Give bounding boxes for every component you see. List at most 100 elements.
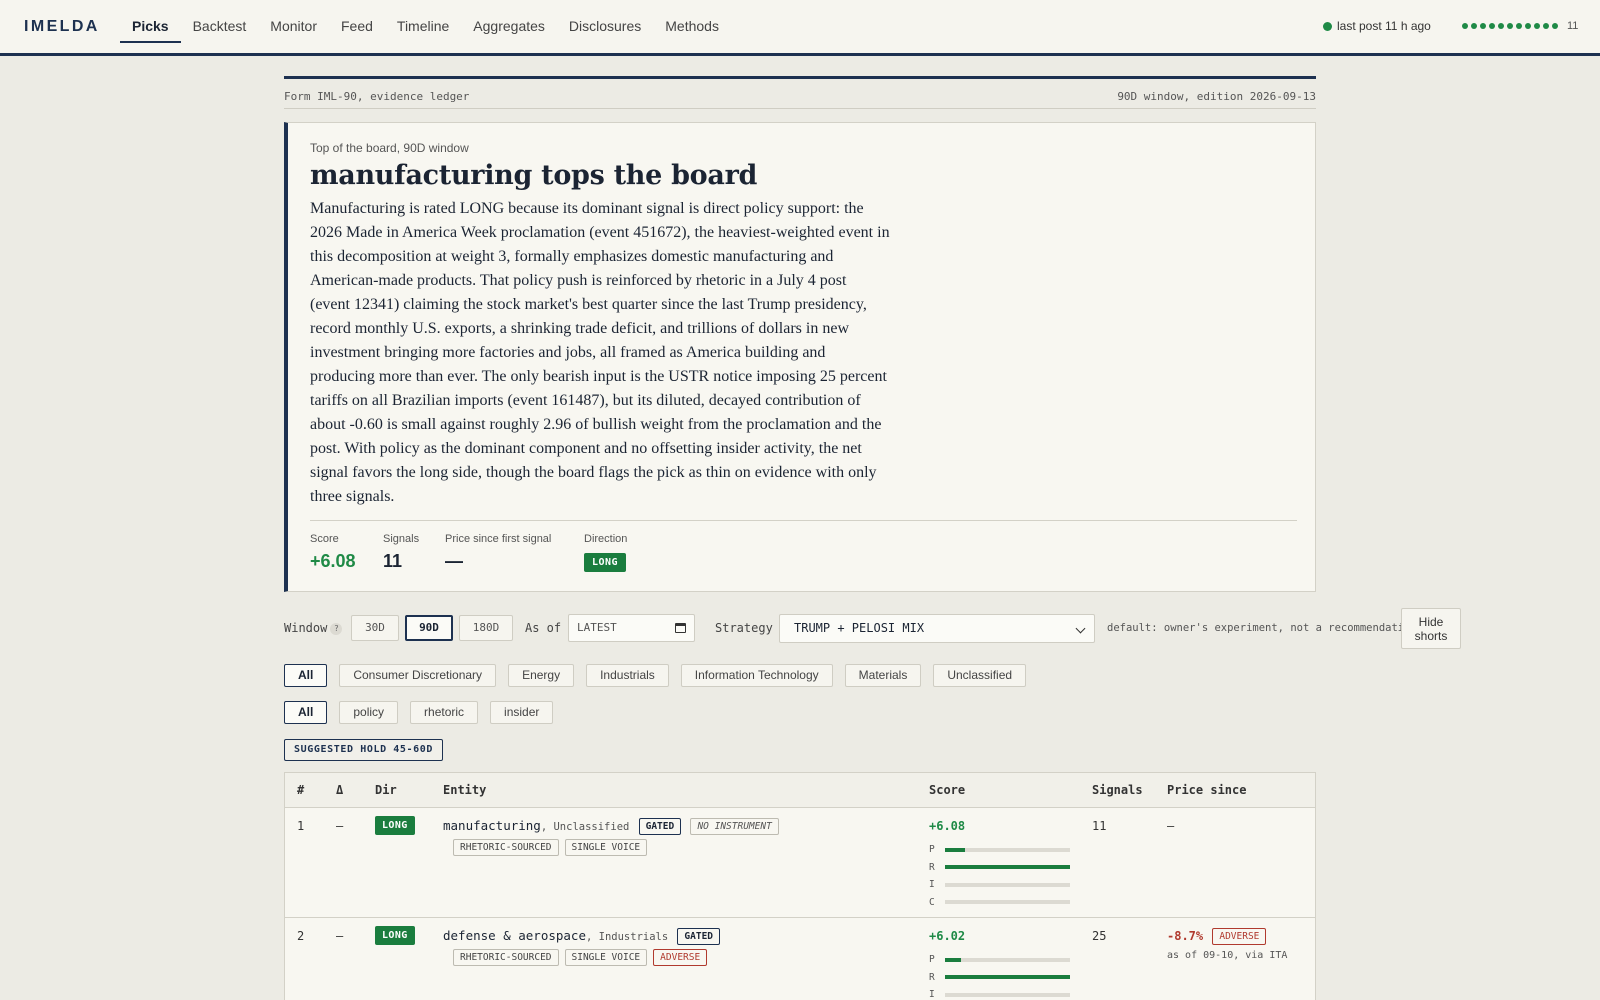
table-row[interactable]: 1 — LONG manufacturing, Unclassified GAT… [285,808,1315,918]
entity-sector: , Industrials [586,931,669,943]
tab-timeline[interactable]: Timeline [385,0,461,53]
row-entity: manufacturing, Unclassified GATED NO INS… [443,818,779,835]
sector-chip-consumer-discretionary[interactable]: Consumer Discretionary [339,664,497,687]
tag-single-voice: SINGLE VOICE [564,949,648,966]
tag-single-voice: SINGLE VOICE [564,839,648,856]
signal-chip-insider[interactable]: insider [490,701,554,724]
table-header: # Δ Dir Entity Score Signals Price since [285,773,1315,808]
pip-icon [1507,23,1513,29]
direction-badge: LONG [584,553,627,572]
tab-picks[interactable]: Picks [120,0,181,53]
col-score[interactable]: Score [929,783,965,797]
stat-price-label: Price since first signal [445,533,552,545]
hero-rationale: Manufacturing is rated LONG because its … [310,200,890,505]
row-tags: RHETORIC-SOURCED SINGLE VOICE [451,839,648,856]
entity-name[interactable]: defense & aerospace [443,928,586,943]
tab-backtest[interactable]: Backtest [181,0,259,53]
stat-score-label: Score [310,533,339,545]
col-dir[interactable]: Dir [375,783,397,797]
hero-divider [310,520,1297,521]
row-dir-cell: LONG [375,926,415,945]
component-bar-r: R [929,969,1070,987]
signal-chip-policy[interactable]: policy [339,701,399,724]
sector-chip-materials[interactable]: Materials [844,664,922,687]
window-90d-button[interactable]: 90D [405,615,453,641]
picks-table: # Δ Dir Entity Score Signals Price since… [284,772,1316,1000]
col-signals[interactable]: Signals [1092,783,1143,797]
sector-chip-energy[interactable]: Energy [508,664,575,687]
col-price[interactable]: Price since [1167,783,1246,797]
brand-logo[interactable]: IMELDA [24,18,100,36]
row-price: — [1167,819,1175,833]
row-delta: — [336,929,344,943]
tab-disclosures[interactable]: Disclosures [557,0,653,53]
sector-chip-unclassified[interactable]: Unclassified [933,664,1027,687]
sector-chip-all[interactable]: All [284,664,328,687]
row-price: -8.7% ADVERSE [1167,928,1267,945]
component-track [945,992,1070,997]
price-asof: as of 09-10, via ITA [1167,950,1288,961]
strategy-value: TRUMP + PELOSI MIX [794,621,925,635]
component-fill [945,865,1070,870]
stat-price-value: — [445,551,463,571]
price-change: -8.7% [1167,929,1204,943]
row-signals: 25 [1092,929,1107,943]
row-rank: 1 [297,819,305,833]
col-delta[interactable]: Δ [336,783,343,797]
entity-sector: , Unclassified [540,821,630,833]
form-id: Form IML-90, evidence ledger [284,90,470,103]
component-label: R [929,861,935,873]
pip-icon [1462,23,1468,29]
score-components: P R I C [929,841,1070,911]
tag-gated: GATED [677,928,721,945]
pip-icon [1498,23,1504,29]
pip-icon [1552,23,1558,29]
row-signals: 11 [1092,819,1107,833]
ledger-header: Form IML-90, evidence ledger 90D window,… [284,76,1316,109]
component-label: P [929,954,935,966]
status-dot-icon [1323,21,1332,31]
strategy-select[interactable]: TRUMP + PELOSI MIX [779,614,1095,643]
signal-chip-all[interactable]: All [284,701,328,724]
component-fill [945,847,965,852]
col-entity[interactable]: Entity [443,783,486,797]
row-score: +6.02 [929,929,966,943]
component-bar-p: P [929,951,1070,969]
pip-icon [1516,23,1522,29]
hide-shorts-button[interactable]: Hide shorts [1401,608,1461,649]
component-track [945,900,1070,905]
signal-type-filter: All policy rhetoric insider [284,701,554,724]
direction-badge: LONG [375,816,415,835]
tab-monitor[interactable]: Monitor [258,0,329,53]
hero-eyebrow: Top of the board, 90D window [310,141,469,155]
sector-chip-information-technology[interactable]: Information Technology [680,664,833,687]
tab-methods[interactable]: Methods [653,0,731,53]
tab-aggregates[interactable]: Aggregates [461,0,557,53]
signal-chip-rhetoric[interactable]: rhetoric [410,701,479,724]
component-track [945,847,1070,852]
component-bar-r: R [929,859,1070,877]
hero-title: manufacturing tops the board [310,160,758,191]
help-icon[interactable]: ? [330,623,343,635]
col-rank[interactable]: # [297,783,304,797]
stat-signals: Signals 11 [383,533,419,572]
tag-rhetoric-sourced: RHETORIC-SOURCED [453,839,559,856]
entity-name[interactable]: manufacturing [443,818,541,833]
stat-price: Price since first signal — [445,533,551,572]
stat-direction-label: Direction [584,533,628,545]
component-track [945,957,1070,962]
table-row[interactable]: 2 — LONG defense & aerospace, Industrial… [285,918,1315,1000]
component-fill [945,957,962,962]
component-track [945,882,1070,887]
row-rank: 2 [297,929,305,943]
window-30d-button[interactable]: 30D [351,615,399,641]
component-label: I [929,879,935,891]
component-label: R [929,971,935,983]
price-adverse-tag: ADVERSE [1212,928,1267,945]
nav-tabs: Picks Backtest Monitor Feed Timeline Agg… [120,0,731,53]
sector-chip-industrials[interactable]: Industrials [586,664,669,687]
tab-feed[interactable]: Feed [329,0,385,53]
asof-date-input[interactable]: LATEST [568,614,695,642]
stat-score-value: +6.08 [310,551,356,571]
window-180d-button[interactable]: 180D [459,615,513,641]
